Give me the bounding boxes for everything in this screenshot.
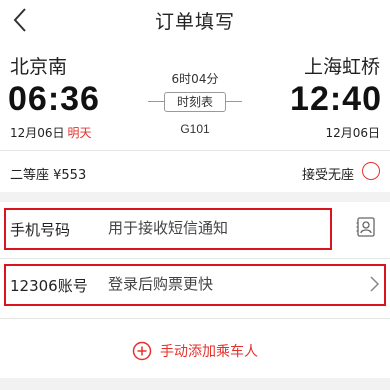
bottom-separator — [0, 378, 390, 390]
divider — [0, 150, 390, 151]
contacts-icon[interactable] — [356, 217, 376, 237]
account-label: 12306账号 — [10, 277, 88, 295]
departure-date: 12月06日 明天 — [10, 124, 92, 141]
order-fill-page: 订单填写 北京南 上海虹桥 06:36 12:40 6时04分 时刻表 G101… — [0, 0, 390, 390]
plus-circle-icon — [132, 341, 152, 361]
divider — [0, 318, 390, 319]
back-arrow-icon[interactable] — [10, 6, 32, 34]
divider — [0, 258, 390, 259]
accept-no-seat-label: 接受无座 — [301, 168, 354, 183]
departure-date-text: 12月06日 — [10, 126, 65, 140]
account-input[interactable] — [108, 274, 308, 294]
arrival-date: 12月06日 — [325, 126, 380, 140]
page-title: 订单填写 — [154, 10, 235, 33]
header-bar: 订单填写 — [0, 0, 390, 40]
seat-type-price: 二等座 ¥553 — [10, 168, 87, 183]
phone-row: 手机号码 — [0, 206, 390, 252]
add-passenger-label: 手动添加乘车人 — [160, 344, 258, 360]
train-info: 北京南 上海虹桥 06:36 12:40 6时04分 时刻表 G101 12月0… — [0, 46, 390, 146]
add-passenger-button[interactable]: 手动添加乘车人 — [0, 336, 390, 366]
travel-duration: 6时04分 — [171, 72, 219, 86]
timetable-line-left — [148, 101, 164, 102]
accept-no-seat-radio[interactable] — [362, 162, 380, 180]
phone-input[interactable] — [108, 218, 308, 238]
timetable-control: 时刻表 — [148, 92, 242, 112]
phone-label: 手机号码 — [10, 221, 71, 239]
seat-row: 二等座 ¥553 接受无座 — [0, 156, 390, 190]
account-row[interactable]: 12306账号 — [0, 262, 390, 308]
section-separator — [0, 192, 390, 202]
chevron-right-icon — [370, 276, 380, 292]
departure-date-tag: 明天 — [67, 126, 92, 140]
timetable-button[interactable]: 时刻表 — [164, 92, 226, 112]
timetable-line-right — [226, 101, 242, 102]
